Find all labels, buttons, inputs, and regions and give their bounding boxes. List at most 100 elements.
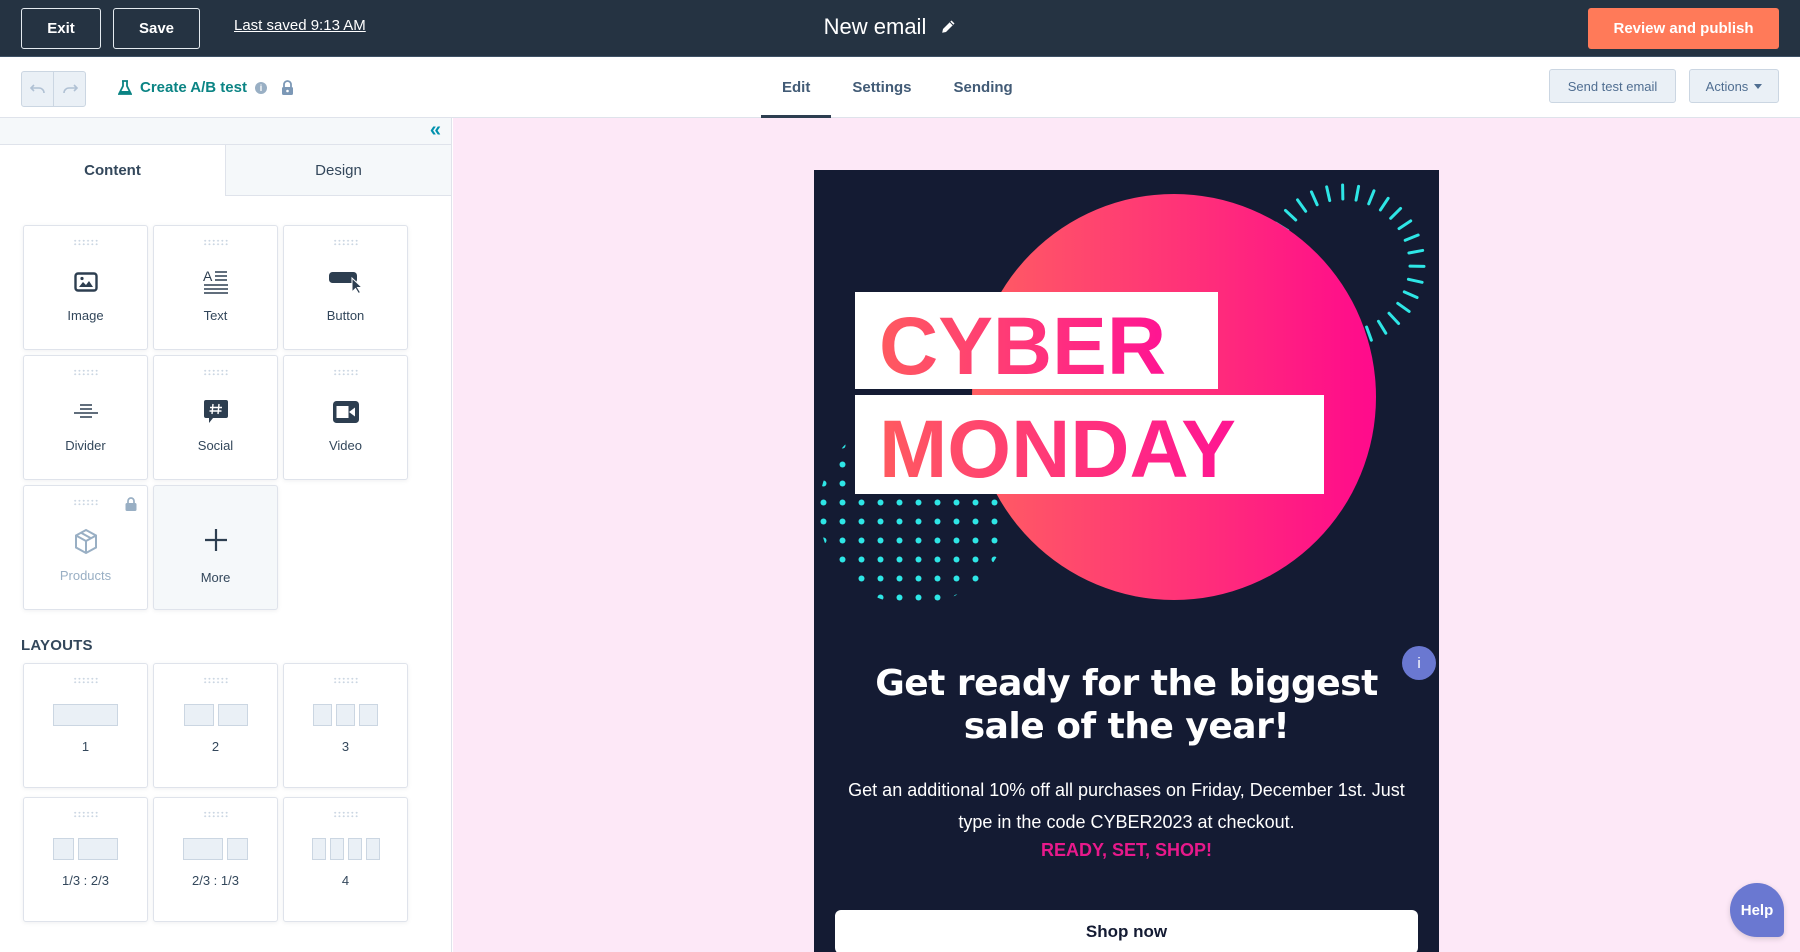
- module-social[interactable]: Social: [153, 355, 278, 480]
- layout-label: 2/3 : 1/3: [192, 873, 239, 888]
- layout-preview-icon: [313, 704, 378, 726]
- ab-test-label: Create A/B test: [140, 79, 247, 96]
- drag-handle-icon[interactable]: [202, 677, 229, 684]
- module-button[interactable]: Button: [283, 225, 408, 350]
- actions-dropdown[interactable]: Actions: [1689, 69, 1779, 103]
- content-sidebar: « Content Design Image A Text Button Div…: [0, 118, 452, 952]
- layout-3-column[interactable]: 3: [283, 663, 408, 788]
- module-image[interactable]: Image: [23, 225, 148, 350]
- last-saved-link[interactable]: Last saved 9:13 AM: [234, 17, 366, 34]
- editor-toolbar: Create A/B test i Edit Settings Sending …: [0, 57, 1800, 119]
- drag-handle-icon[interactable]: [202, 369, 229, 376]
- editor-tabs: Edit Settings Sending: [761, 57, 1034, 119]
- save-button[interactable]: Save: [113, 8, 200, 49]
- layout-2-column[interactable]: 2: [153, 663, 278, 788]
- module-divider[interactable]: Divider: [23, 355, 148, 480]
- email-preview[interactable]: CYBER MONDAY Get ready for the biggest s…: [814, 170, 1439, 952]
- email-title[interactable]: New email: [824, 14, 927, 40]
- divider-icon: [73, 398, 99, 426]
- tab-design[interactable]: Design: [225, 145, 451, 196]
- drag-handle-icon[interactable]: [332, 369, 359, 376]
- layout-two-thirds-third[interactable]: 2/3 : 1/3: [153, 797, 278, 922]
- exit-button[interactable]: Exit: [21, 8, 101, 49]
- module-label: Text: [203, 308, 228, 323]
- layout-label: 1: [81, 739, 90, 754]
- layout-preview-icon: [183, 704, 248, 726]
- image-icon: [73, 268, 98, 296]
- button-icon: [328, 268, 363, 296]
- module-video[interactable]: Video: [283, 355, 408, 480]
- layout-label: 3: [341, 739, 350, 754]
- layout-third-two-thirds[interactable]: 1/3 : 2/3: [23, 797, 148, 922]
- tab-sending[interactable]: Sending: [933, 57, 1034, 118]
- pencil-icon[interactable]: [940, 19, 956, 35]
- drag-handle-icon: [72, 499, 99, 506]
- drag-handle-icon[interactable]: [72, 677, 99, 684]
- module-label: Divider: [65, 438, 106, 453]
- drag-handle-icon[interactable]: [202, 239, 229, 246]
- shop-now-button[interactable]: Shop now: [835, 910, 1418, 952]
- drag-handle-icon[interactable]: [332, 239, 359, 246]
- undo-icon[interactable]: [22, 72, 54, 106]
- create-ab-test-link[interactable]: Create A/B test i: [118, 79, 294, 96]
- module-label: Video: [328, 438, 362, 453]
- drag-handle-icon[interactable]: [72, 239, 99, 246]
- email-body-text[interactable]: Get an additional 10% off all purchases …: [814, 774, 1439, 838]
- drag-handle-icon[interactable]: [72, 811, 99, 818]
- layout-1-column[interactable]: 1: [23, 663, 148, 788]
- help-button[interactable]: Help: [1730, 883, 1784, 937]
- module-products[interactable]: Products: [23, 485, 148, 610]
- social-icon: [203, 398, 229, 426]
- drag-handle-icon[interactable]: [332, 811, 359, 818]
- lock-icon: [125, 497, 137, 511]
- sidebar-tabs: Content Design: [0, 145, 451, 196]
- hero-image[interactable]: CYBER MONDAY: [814, 170, 1439, 620]
- redo-icon[interactable]: [54, 72, 85, 106]
- text-icon: A: [203, 268, 229, 296]
- module-label: More: [200, 570, 231, 585]
- review-and-publish-button[interactable]: Review and publish: [1588, 8, 1779, 49]
- undo-redo-group: [21, 71, 86, 107]
- box-icon: [73, 528, 99, 556]
- flask-icon: [118, 79, 132, 95]
- email-canvas: CYBER MONDAY Get ready for the biggest s…: [453, 118, 1800, 952]
- layout-label: 4: [341, 873, 350, 888]
- layout-label: 2: [211, 739, 220, 754]
- collapse-sidebar-icon[interactable]: «: [430, 120, 441, 140]
- layout-preview-icon: [53, 838, 118, 860]
- actions-label: Actions: [1705, 78, 1749, 94]
- layout-preview-icon: [53, 704, 118, 726]
- layout-preview-icon: [311, 838, 380, 860]
- module-more[interactable]: More: [153, 485, 278, 610]
- module-label: Button: [326, 308, 365, 323]
- top-bar: Exit Save Last saved 9:13 AM New email R…: [0, 0, 1800, 57]
- email-headline[interactable]: Get ready for the biggest sale of the ye…: [814, 662, 1439, 748]
- drag-handle-icon[interactable]: [332, 677, 359, 684]
- tab-content[interactable]: Content: [0, 145, 225, 196]
- layouts-heading: LAYOUTS: [21, 637, 93, 654]
- lock-icon: [281, 80, 293, 95]
- module-label: Products: [59, 568, 112, 583]
- layout-preview-icon: [183, 838, 248, 860]
- layout-4-column[interactable]: 4: [283, 797, 408, 922]
- hero-line-2: MONDAY: [879, 404, 1236, 495]
- tab-edit[interactable]: Edit: [761, 57, 832, 119]
- layout-tiles: 1 2 3 1/3 : 2/3 2/3 : 1/3 4: [23, 663, 408, 922]
- info-badge-icon[interactable]: i: [1402, 646, 1436, 680]
- email-tagline[interactable]: READY, SET, SHOP!: [814, 840, 1439, 861]
- svg-text:A: A: [203, 269, 213, 284]
- module-label: Image: [67, 308, 104, 323]
- sidebar-header: «: [0, 118, 451, 145]
- module-text[interactable]: A Text: [153, 225, 278, 350]
- layout-label: 1/3 : 2/3: [62, 873, 109, 888]
- drag-handle-icon[interactable]: [202, 811, 229, 818]
- module-label: Social: [197, 438, 234, 453]
- tab-settings[interactable]: Settings: [831, 57, 932, 118]
- drag-handle-icon[interactable]: [72, 369, 99, 376]
- hero-line-1: CYBER: [879, 301, 1166, 392]
- plus-icon: [204, 526, 228, 554]
- info-icon[interactable]: i: [254, 81, 267, 94]
- caret-down-icon: [1754, 83, 1763, 89]
- send-test-email-button[interactable]: Send test email: [1549, 69, 1676, 103]
- video-icon: [332, 398, 359, 426]
